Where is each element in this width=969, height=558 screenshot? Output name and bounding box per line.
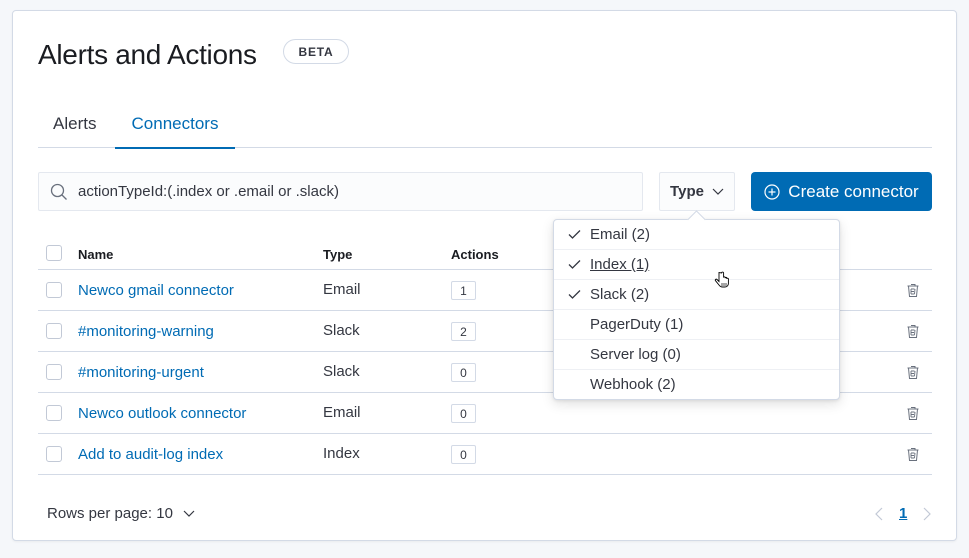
connector-name-link[interactable]: #monitoring-urgent	[78, 364, 204, 381]
connector-type: Email	[323, 404, 361, 421]
page-title: Alerts and Actions	[38, 39, 257, 70]
type-options-list: Email (2) Index (1) Slack (2) PagerDuty (1)…	[554, 220, 839, 400]
tab-bar: Alerts Connectors	[38, 106, 932, 149]
type-option[interactable]: PagerDuty (1)	[554, 310, 839, 340]
beta-badge: BETA	[283, 39, 349, 64]
type-option[interactable]: Server log (0)	[554, 340, 839, 370]
chevron-right-icon[interactable]	[923, 507, 932, 521]
row-checkbox[interactable]	[46, 446, 62, 462]
chevron-down-icon	[712, 188, 724, 195]
connector-type: Slack	[323, 363, 360, 380]
type-filter-dropdown: Email (2) Index (1) Slack (2) PagerDuty (1)…	[553, 219, 840, 400]
select-all-checkbox[interactable]	[46, 245, 62, 261]
trash-icon[interactable]	[905, 446, 921, 462]
connector-type: Email	[323, 281, 361, 298]
pagination: 1	[875, 505, 932, 522]
trash-icon[interactable]	[905, 364, 921, 380]
search-field[interactable]	[38, 172, 643, 211]
connector-type: Slack	[323, 322, 360, 339]
plus-circle-icon	[764, 183, 780, 200]
actions-count-badge: 0	[451, 445, 476, 464]
type-option-label: PagerDuty (1)	[590, 316, 684, 333]
actions-count-badge: 2	[451, 322, 476, 341]
column-header-type[interactable]: Type	[323, 247, 352, 262]
type-option-label: Webhook (2)	[590, 376, 676, 393]
chevron-down-icon	[183, 510, 195, 517]
type-filter-label: Type	[670, 183, 704, 200]
hand-pointer-cursor-icon	[714, 271, 729, 288]
type-option-label: Slack (2)	[590, 286, 650, 303]
search-icon	[50, 183, 67, 200]
create-connector-button[interactable]: Create connector	[751, 172, 932, 211]
connector-type: Index	[323, 445, 360, 462]
trash-icon[interactable]	[905, 405, 921, 421]
type-option-label: Server log (0)	[590, 346, 681, 363]
type-filter-button[interactable]: Type	[659, 172, 735, 211]
check-icon	[568, 290, 581, 299]
trash-icon[interactable]	[905, 282, 921, 298]
trash-icon[interactable]	[905, 323, 921, 339]
create-connector-label: Create connector	[788, 181, 919, 201]
tab-alerts[interactable]: Alerts	[53, 106, 96, 148]
actions-count-badge: 1	[451, 281, 476, 300]
row-checkbox[interactable]	[46, 282, 62, 298]
connector-name-link[interactable]: #monitoring-warning	[78, 323, 214, 340]
type-option[interactable]: Slack (2)	[554, 280, 839, 310]
column-header-actions[interactable]: Actions	[451, 247, 499, 262]
table-row: Add to audit-log index Index 0	[38, 434, 932, 475]
type-option[interactable]: Index (1)	[554, 250, 839, 280]
type-option[interactable]: Webhook (2)	[554, 370, 839, 400]
type-option-label: Index (1)	[590, 256, 650, 273]
actions-count-badge: 0	[451, 404, 476, 423]
tab-connectors[interactable]: Connectors	[115, 106, 235, 149]
type-option-label: Email (2)	[590, 226, 651, 243]
check-icon	[568, 230, 581, 239]
connector-name-link[interactable]: Newco outlook connector	[78, 405, 246, 422]
row-checkbox[interactable]	[46, 364, 62, 380]
check-icon	[568, 260, 581, 269]
actions-count-badge: 0	[451, 363, 476, 382]
column-header-name[interactable]: Name	[78, 247, 113, 262]
type-option[interactable]: Email (2)	[554, 220, 839, 250]
connector-name-link[interactable]: Newco gmail connector	[78, 282, 234, 299]
row-checkbox[interactable]	[46, 405, 62, 421]
rows-per-page-label: Rows per page: 10	[47, 505, 173, 522]
chevron-left-icon[interactable]	[875, 507, 883, 521]
connector-name-link[interactable]: Add to audit-log index	[78, 446, 223, 463]
page-number-button[interactable]: 1	[899, 505, 907, 522]
search-input[interactable]	[78, 183, 618, 200]
rows-per-page-selector[interactable]: Rows per page: 10	[47, 505, 195, 522]
row-checkbox[interactable]	[46, 323, 62, 339]
